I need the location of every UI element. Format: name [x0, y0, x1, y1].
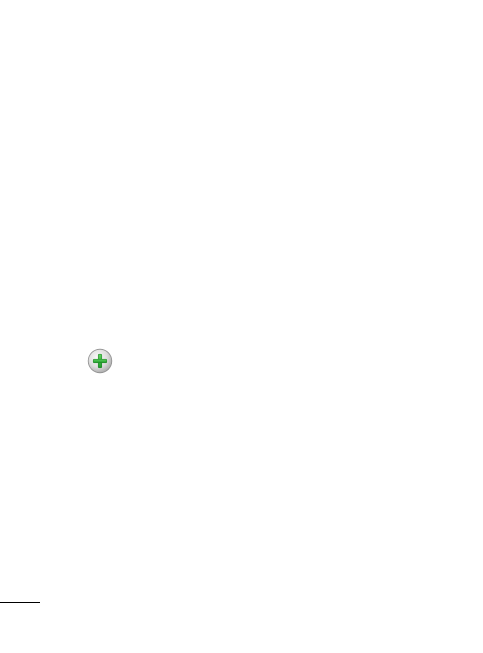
- page: [0, 0, 483, 653]
- add-button[interactable]: [87, 348, 113, 374]
- footer-rule: [0, 602, 40, 603]
- plus-icon: [87, 348, 113, 374]
